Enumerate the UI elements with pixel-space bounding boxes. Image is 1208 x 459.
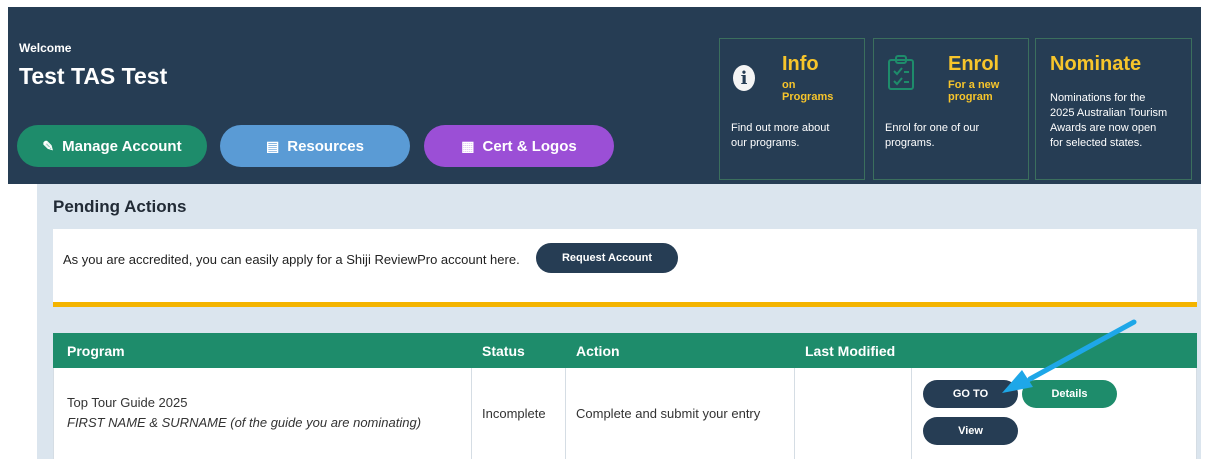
page: Welcome Test TAS Test ✎ Manage Account ▤… — [0, 0, 1208, 459]
pointer-arrow-icon — [1002, 319, 1137, 393]
